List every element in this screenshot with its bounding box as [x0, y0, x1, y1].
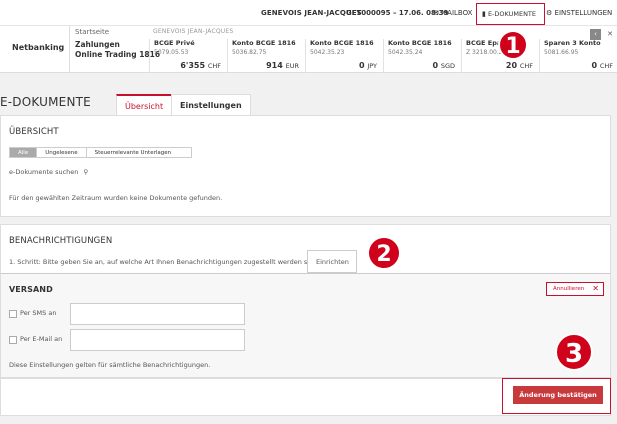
- callout-3: 3: [555, 333, 593, 371]
- netbanking-menu[interactable]: Netbanking: [0, 26, 70, 73]
- chevron-left-icon[interactable]: ‹: [590, 29, 601, 40]
- sms-input[interactable]: [70, 303, 245, 325]
- email-label: Per E-Mail an: [20, 335, 63, 343]
- email-checkbox[interactable]: [9, 336, 17, 344]
- account-balance: 914 EUR: [266, 61, 299, 70]
- zahlungen-link[interactable]: Zahlungen Online Trading 1816: [75, 40, 160, 60]
- account-tile[interactable]: Konto BCGE 1816 5042.35.24 0 SGD: [383, 39, 459, 73]
- versand-title: VERSAND: [9, 285, 53, 294]
- settings-link[interactable]: ⚙ EINSTELLUNGEN: [546, 9, 612, 17]
- search-icon: ⚲: [83, 168, 89, 176]
- document-icon: ▮: [482, 10, 486, 18]
- account-owner: GENEVOIS JEAN-JACQUES: [153, 28, 234, 35]
- filter-alle[interactable]: Alle: [10, 148, 38, 157]
- mailbox-label: MAILBOX: [441, 9, 473, 17]
- einrichten-label: Einrichten: [316, 258, 349, 266]
- mail-icon: ✉: [433, 9, 439, 17]
- account-tile[interactable]: Sparen 3 Konto 5081.66.95 0 CHF: [539, 39, 617, 73]
- confirm-button[interactable]: Änderung bestätigen: [513, 386, 603, 404]
- settings-note: Diese Einstellungen gelten für sämtliche…: [9, 361, 211, 369]
- search-link[interactable]: e-Dokumente suchen ⚲: [9, 168, 88, 176]
- email-input[interactable]: [70, 329, 245, 351]
- account-number: 5042.35.24: [388, 49, 423, 56]
- step-text: 1. Schritt: Bitte geben Sie an, auf welc…: [9, 258, 323, 266]
- account-number: 5079.05.53: [154, 49, 189, 56]
- online-trading-label: Online Trading 1816: [75, 50, 161, 59]
- account-number: 5042.35.23: [310, 49, 345, 56]
- sms-checkbox[interactable]: [9, 310, 17, 318]
- overview-title: ÜBERSICHT: [9, 127, 59, 137]
- account-balance: 0 JPY: [358, 61, 377, 70]
- account-number: 5036.82.75: [232, 49, 267, 56]
- callout-2: 2: [367, 236, 401, 270]
- notifications-title: BENACHRICHTIGUNGEN: [9, 236, 113, 246]
- top-bar: GENEVOIS JEAN-JACQUES GET000095 – 17.06.…: [0, 0, 617, 26]
- tab-einstellungen[interactable]: Einstellungen: [171, 94, 251, 116]
- account-number: 5081.66.95: [544, 49, 579, 56]
- edokumente-label: E-DOKUMENTE: [487, 10, 537, 18]
- annullieren-label: Annullieren: [553, 286, 585, 292]
- account-balance: 0 CHF: [591, 61, 613, 70]
- callout-1: 1: [498, 30, 528, 60]
- account-tile[interactable]: Konto BCGE 1816 5042.35.23 0 JPY: [305, 39, 381, 73]
- gear-icon: ⚙: [546, 9, 553, 17]
- settings-label: EINSTELLUNGEN: [554, 9, 613, 17]
- account-name: Sparen 3 Konto: [544, 39, 601, 47]
- account-tile[interactable]: Konto BCGE 1816 5036.82.75 914 EUR: [227, 39, 303, 73]
- account-name: Konto BCGE 1816: [310, 39, 374, 47]
- empty-message: Für den gewählten Zeitraum wurden keine …: [9, 194, 223, 202]
- account-balance: 0 SGD: [432, 61, 455, 70]
- startseite-link[interactable]: Startseite: [75, 28, 109, 36]
- account-balance: 6'355 CHF: [180, 61, 221, 70]
- zahlungen-label: Zahlungen: [75, 40, 120, 49]
- account-name: BCGE Privé: [154, 39, 195, 47]
- einrichten-button[interactable]: Einrichten: [307, 250, 357, 273]
- close-icon[interactable]: ✕: [603, 29, 617, 40]
- notifications-panel: BENACHRICHTIGUNGEN 1. Schritt: Bitte geb…: [0, 224, 611, 274]
- account-tile[interactable]: BCGE Privé 5079.05.53 6'355 CHF: [149, 39, 225, 73]
- tab-uebersicht[interactable]: Übersicht: [116, 94, 173, 116]
- page-title: E-DOKUMENTE: [0, 95, 91, 109]
- mailbox-link[interactable]: ✉ MAILBOX: [433, 9, 472, 17]
- overview-panel: ÜBERSICHT Alle Ungelesene Steuerrelevant…: [0, 115, 611, 217]
- filter-steuerrelevant[interactable]: Steuerrelevante Unterlagen: [87, 148, 191, 157]
- document-filter: Alle Ungelesene Steuerrelevante Unterlag…: [9, 147, 193, 158]
- account-name: Konto BCGE 1816: [388, 39, 452, 47]
- edokumente-link[interactable]: ▮ E-DOKUMENTE: [476, 3, 545, 25]
- annullieren-button[interactable]: Annullieren ✕: [546, 282, 604, 296]
- sms-label: Per SMS an: [20, 309, 57, 317]
- search-label: e-Dokumente suchen: [9, 168, 79, 176]
- filter-ungelesene[interactable]: Ungelesene: [37, 148, 87, 157]
- close-icon: ✕: [592, 284, 599, 293]
- versand-panel: VERSAND Per SMS an Per E-Mail an Diese E…: [0, 273, 611, 378]
- account-balance: 20 CHF: [505, 61, 533, 70]
- account-name: Konto BCGE 1816: [232, 39, 296, 47]
